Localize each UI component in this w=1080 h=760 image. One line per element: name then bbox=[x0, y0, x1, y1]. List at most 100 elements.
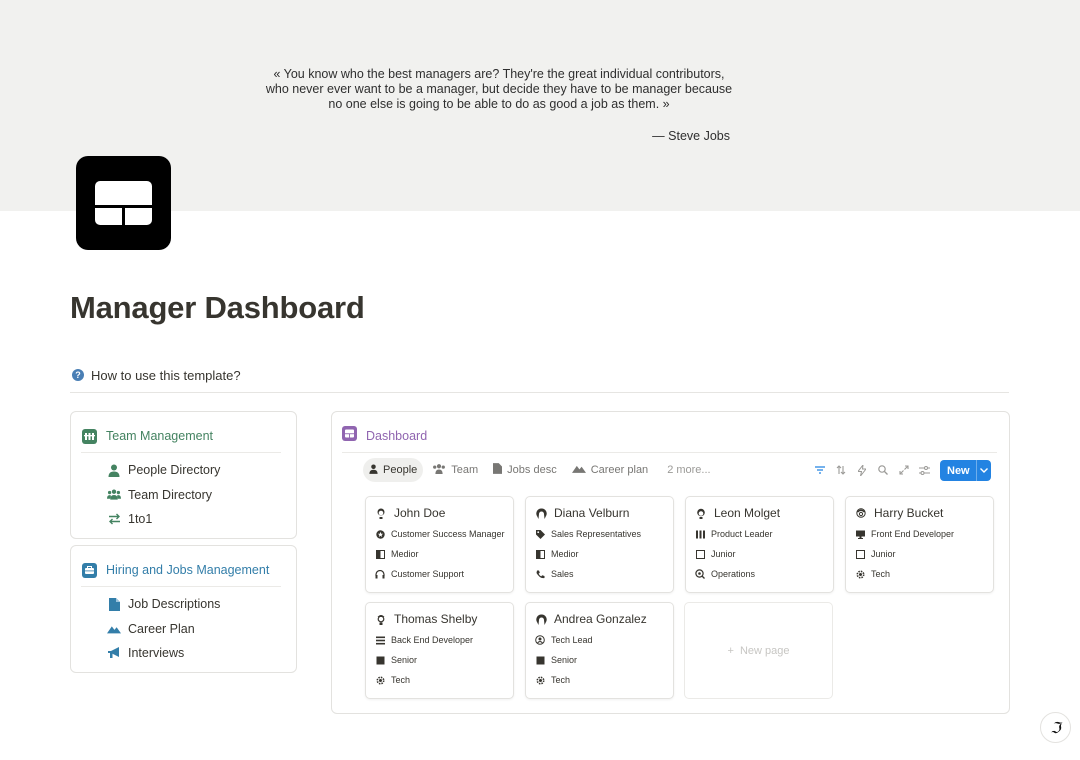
howto-link[interactable]: ? How to use this template? bbox=[72, 366, 241, 384]
new-button[interactable]: New bbox=[940, 460, 991, 481]
person-department: Customer Support bbox=[391, 569, 465, 579]
tech-lead-icon bbox=[535, 635, 545, 645]
tab-more[interactable]: 2 more... bbox=[657, 458, 716, 482]
person-icon bbox=[369, 464, 378, 477]
person-level: Junior bbox=[871, 549, 896, 559]
career-plan-label: Career Plan bbox=[128, 621, 195, 636]
person-level: Senior bbox=[551, 655, 578, 665]
gear-icon bbox=[535, 675, 545, 685]
1to1-label: 1to1 bbox=[128, 512, 153, 527]
person-department: Tech bbox=[551, 675, 571, 685]
sidebar-item-1to1[interactable]: 1to1 bbox=[107, 507, 220, 532]
person-department: Operations bbox=[711, 569, 756, 579]
sort-icon[interactable] bbox=[833, 460, 848, 480]
person-card[interactable]: Andrea Gonzalez Tech Lead Senior Tech bbox=[525, 602, 674, 699]
settings-sliders-icon[interactable] bbox=[917, 460, 932, 480]
person-name: John Doe bbox=[394, 506, 446, 520]
layout-icon bbox=[95, 181, 152, 225]
person-card[interactable]: Thomas Shelby Back End Developer Senior … bbox=[365, 602, 514, 699]
hiring-management-header[interactable]: Hiring and Jobs Management bbox=[81, 558, 281, 587]
person-department: Tech bbox=[871, 569, 891, 579]
level-icon bbox=[855, 549, 865, 559]
chevron-down-icon[interactable] bbox=[976, 460, 991, 481]
filter-icon[interactable] bbox=[812, 460, 827, 480]
mountain-icon bbox=[571, 464, 586, 476]
person-name: Diana Velburn bbox=[554, 506, 630, 520]
mountain-icon bbox=[107, 622, 121, 636]
person-card[interactable]: John Doe Customer Success Manager Medior… bbox=[365, 496, 514, 593]
tab-career-plan-label: Career plan bbox=[590, 464, 649, 476]
avatar-icon bbox=[375, 613, 387, 625]
hiring-management-title: Hiring and Jobs Management bbox=[106, 563, 270, 577]
list-icon bbox=[375, 635, 385, 645]
person-card[interactable]: Diana Velburn Sales Representatives Medi… bbox=[525, 496, 674, 593]
briefcase-icon bbox=[81, 562, 97, 578]
tab-career-plan[interactable]: Career plan bbox=[566, 458, 654, 482]
avatar-icon bbox=[375, 507, 387, 519]
dashboard-card: Dashboard People Team Jobs desc Career p… bbox=[331, 411, 1010, 714]
gear-icon bbox=[375, 675, 385, 685]
person-role: Customer Success Manager bbox=[391, 529, 505, 539]
team-management-card: Team Management People Directory Team Di… bbox=[70, 411, 297, 539]
sidebar-item-career-plan[interactable]: Career Plan bbox=[107, 617, 220, 642]
hiring-management-card: Hiring and Jobs Management Job Descripti… bbox=[70, 545, 297, 673]
sidebar-item-people-directory[interactable]: People Directory bbox=[107, 458, 220, 483]
person-name: Leon Molget bbox=[714, 506, 781, 520]
tab-team[interactable]: Team bbox=[426, 458, 484, 482]
person-department: Tech bbox=[391, 675, 411, 685]
megaphone-icon bbox=[107, 646, 121, 660]
person-role: Product Leader bbox=[711, 529, 773, 539]
tag-icon bbox=[535, 529, 545, 539]
job-descriptions-label: Job Descriptions bbox=[128, 597, 221, 612]
tab-people[interactable]: People bbox=[363, 458, 424, 482]
person-role: Tech Lead bbox=[551, 635, 593, 645]
dashboard-header[interactable]: Dashboard bbox=[342, 424, 997, 453]
people-directory-label: People Directory bbox=[128, 463, 221, 478]
tab-jobs-desc-label: Jobs desc bbox=[507, 464, 557, 476]
dashboard-icon bbox=[342, 426, 357, 446]
question-icon: ? bbox=[72, 369, 84, 381]
tab-team-label: Team bbox=[451, 464, 479, 476]
expand-icon[interactable] bbox=[896, 460, 911, 480]
avatar-icon bbox=[695, 507, 707, 519]
gear-icon bbox=[855, 569, 865, 579]
cover-quote-author: — Steve Jobs bbox=[652, 129, 730, 143]
divider bbox=[70, 392, 1009, 393]
page-icon[interactable] bbox=[76, 156, 171, 250]
tab-jobs-desc[interactable]: Jobs desc bbox=[487, 458, 563, 482]
help-badge[interactable]: ℑ bbox=[1040, 712, 1071, 743]
team-board-icon bbox=[81, 428, 97, 444]
level-icon bbox=[695, 549, 705, 559]
operations-icon bbox=[695, 569, 705, 579]
search-icon[interactable] bbox=[875, 460, 890, 480]
interviews-label: Interviews bbox=[128, 646, 185, 661]
group-icon bbox=[432, 463, 446, 477]
view-toolbar bbox=[812, 460, 932, 480]
person-card[interactable]: Harry Bucket Front End Developer Junior … bbox=[845, 496, 994, 593]
person-icon bbox=[107, 463, 121, 477]
sidebar-item-interviews[interactable]: Interviews bbox=[107, 641, 220, 666]
team-management-header[interactable]: Team Management bbox=[81, 424, 281, 453]
level-icon bbox=[535, 655, 545, 665]
team-directory-label: Team Directory bbox=[128, 487, 213, 502]
level-icon bbox=[375, 655, 385, 665]
person-level: Medior bbox=[551, 549, 579, 559]
person-card[interactable]: Leon Molget Product Leader Junior Operat… bbox=[685, 496, 834, 593]
group-icon bbox=[107, 488, 121, 502]
person-name: Thomas Shelby bbox=[394, 612, 478, 626]
sidebar-item-job-descriptions[interactable]: Job Descriptions bbox=[107, 592, 220, 617]
sidebar-item-team-directory[interactable]: Team Directory bbox=[107, 483, 220, 508]
role-icon bbox=[375, 529, 385, 539]
person-level: Medior bbox=[391, 549, 419, 559]
person-name: Harry Bucket bbox=[874, 506, 944, 520]
person-role: Back End Developer bbox=[391, 635, 474, 645]
person-level: Senior bbox=[391, 655, 418, 665]
person-role: Front End Developer bbox=[871, 529, 955, 539]
team-management-title: Team Management bbox=[106, 429, 214, 443]
avatar-icon bbox=[535, 613, 547, 625]
level-icon bbox=[535, 549, 545, 559]
lightning-icon[interactable] bbox=[854, 460, 869, 480]
phone-icon bbox=[535, 569, 545, 579]
person-name: Andrea Gonzalez bbox=[554, 612, 647, 626]
new-page-card[interactable]: + New page bbox=[684, 602, 833, 699]
